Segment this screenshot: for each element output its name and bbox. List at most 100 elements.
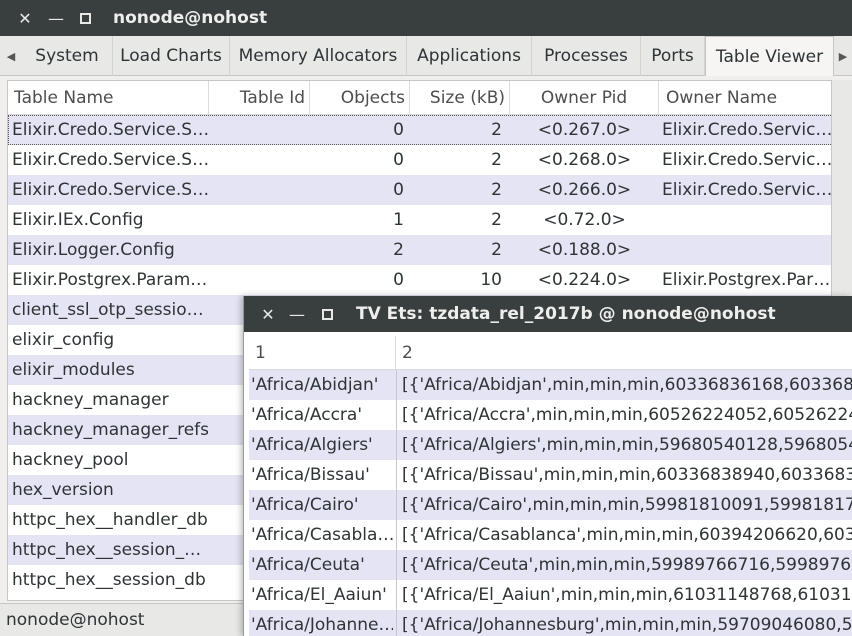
cell-name: httpc_hex__session_db bbox=[12, 570, 206, 590]
tab-ports[interactable]: Ports bbox=[641, 36, 705, 76]
cell-name: Elixir.Logger.Config bbox=[12, 240, 175, 260]
cell-name: Elixir.Credo.Service.S… bbox=[12, 150, 208, 170]
column-size[interactable]: Size (kB) bbox=[410, 81, 510, 115]
table-row[interactable]: Elixir.Logger.Config 2 2 <0.188.0> bbox=[8, 235, 831, 265]
ets-cell-key: 'Africa/Johanne… bbox=[251, 615, 393, 635]
ets-table-row[interactable]: 'Africa/Abidjan' [{'Africa/Abidjan',min,m… bbox=[249, 370, 852, 400]
ets-window: ✕ — TV Ets: tzdata_rel_2017b @ nonode@no… bbox=[243, 296, 852, 636]
tab-system[interactable]: System bbox=[22, 36, 113, 76]
ets-table-row[interactable]: 'Africa/Accra' [{'Africa/Accra',min,min,m… bbox=[249, 400, 852, 430]
ets-table-row[interactable]: 'Africa/Ceuta' [{'Africa/Ceuta',min,min,m… bbox=[249, 550, 852, 580]
cell-pid: <0.268.0> bbox=[537, 150, 632, 170]
cell-name: Elixir.Credo.Service.S… bbox=[12, 180, 208, 200]
close-icon[interactable]: ✕ bbox=[12, 0, 38, 36]
ets-cell-key: 'Africa/Bissau' bbox=[251, 465, 370, 485]
ets-table-row[interactable]: 'Africa/Bissau' [{'Africa/Bissau',min,min… bbox=[249, 460, 852, 490]
cell-objects: 0 bbox=[393, 120, 404, 140]
ets-column-1[interactable]: 1 bbox=[249, 336, 396, 370]
ets-cell-key: 'Africa/Accra' bbox=[251, 405, 362, 425]
column-owner-name[interactable]: Owner Name bbox=[659, 81, 831, 115]
window-title: nonode@nohost bbox=[113, 8, 268, 28]
table-header: Table Name Table Id Objects Size (kB) Ow… bbox=[8, 81, 831, 115]
tab-load-charts[interactable]: Load Charts bbox=[113, 36, 230, 76]
cell-name: client_ssl_otp_sessio… bbox=[12, 300, 204, 320]
cell-name: httpc_hex__handler_db bbox=[12, 510, 208, 530]
ets-column-divider bbox=[396, 610, 397, 636]
ets-cell-value: [{'Africa/Abidjan',min,min,min,603368361… bbox=[402, 375, 852, 395]
ets-column-divider bbox=[396, 430, 397, 460]
cell-size: 2 bbox=[491, 120, 502, 140]
cell-pid: <0.188.0> bbox=[537, 240, 632, 260]
cell-id bbox=[209, 265, 305, 295]
ets-column-divider bbox=[396, 490, 397, 520]
ets-table-row[interactable]: 'Africa/Johanne… [{'Africa/Johannesburg',… bbox=[249, 610, 852, 636]
ets-cell-value: [{'Africa/Cairo',min,min,min,59981810091… bbox=[402, 495, 852, 515]
ets-cell-key: 'Africa/Algiers' bbox=[251, 435, 373, 455]
cell-owner: Elixir.Postgrex.Par… bbox=[662, 270, 831, 290]
ets-column-divider bbox=[396, 520, 397, 550]
ets-cell-key: 'Africa/Abidjan' bbox=[251, 375, 379, 395]
cell-objects: 1 bbox=[393, 210, 404, 230]
cell-name: hex_version bbox=[12, 480, 114, 500]
cell-owner bbox=[662, 235, 831, 265]
ets-cell-value: [{'Africa/Casablanca',min,min,min,603942… bbox=[402, 525, 852, 545]
tab-processes[interactable]: Processes bbox=[532, 36, 641, 76]
cell-pid: <0.224.0> bbox=[537, 270, 632, 290]
cell-size: 2 bbox=[491, 180, 502, 200]
ets-column-divider bbox=[396, 580, 397, 610]
ets-column-divider bbox=[396, 400, 397, 430]
ets-cell-key: 'Africa/Ceuta' bbox=[251, 555, 365, 575]
cell-pid: <0.267.0> bbox=[537, 120, 632, 140]
cell-name: hackney_manager bbox=[12, 390, 169, 410]
tab-memory-allocators[interactable]: Memory Allocators bbox=[230, 36, 407, 76]
cell-id bbox=[209, 145, 305, 175]
ets-cell-value: [{'Africa/Johannesburg',min,min,min,5970… bbox=[402, 615, 852, 635]
ets-titlebar: ✕ — TV Ets: tzdata_rel_2017b @ nonode@no… bbox=[244, 296, 852, 332]
cell-pid: <0.266.0> bbox=[537, 180, 632, 200]
ets-column-divider bbox=[396, 370, 397, 400]
column-table-id[interactable]: Table Id bbox=[209, 81, 310, 115]
ets-column-2[interactable]: 2 bbox=[396, 336, 852, 370]
ets-cell-key: 'Africa/Cairo' bbox=[251, 495, 359, 515]
ets-cell-value: [{'Africa/Accra',min,min,min,60526224052… bbox=[402, 405, 852, 425]
cell-name: Elixir.Postgrex.Param… bbox=[12, 270, 208, 290]
cell-id bbox=[209, 235, 305, 265]
tab-table-viewer[interactable]: Table Viewer bbox=[705, 36, 834, 76]
ets-table: 1 2 'Africa/Abidjan' [{'Africa/Abidjan',m… bbox=[249, 336, 852, 636]
cell-name: Elixir.IEx.Config bbox=[12, 210, 144, 230]
table-row[interactable]: Elixir.Credo.Service.S… 0 2 <0.268.0> Elixir… bbox=[8, 145, 832, 175]
cell-name: elixir_config bbox=[12, 330, 115, 350]
ets-close-icon[interactable]: ✕ bbox=[255, 296, 281, 332]
table-row[interactable]: Elixir.Credo.Service.S… 0 2 <0.267.0> Elixir… bbox=[8, 115, 831, 145]
cell-size: 2 bbox=[491, 150, 502, 170]
table-row[interactable]: Elixir.IEx.Config 1 2 <0.72.0> bbox=[8, 205, 831, 235]
ets-cell-value: [{'Africa/Bissau',min,min,min,6033683894… bbox=[402, 465, 852, 485]
tab-scroll-left-icon[interactable]: ◀ bbox=[0, 36, 22, 76]
tab-bar: System Load Charts Memory Allocators App… bbox=[0, 36, 852, 76]
ets-maximize-icon[interactable] bbox=[314, 296, 340, 332]
ets-cell-key: 'Africa/Casabla… bbox=[251, 525, 393, 545]
ets-table-row[interactable]: 'Africa/Algiers' [{'Africa/Algiers',min,m… bbox=[249, 430, 852, 460]
column-table-name[interactable]: Table Name bbox=[8, 81, 209, 115]
column-owner-pid[interactable]: Owner Pid bbox=[510, 81, 659, 115]
table-row[interactable]: Elixir.Credo.Service.S… 0 2 <0.266.0> Elixir… bbox=[8, 175, 831, 205]
ets-table-row[interactable]: 'Africa/El_Aaiun' [{'Africa/El_Aaiun',min… bbox=[249, 580, 852, 610]
ets-minimize-icon[interactable]: — bbox=[284, 296, 310, 332]
tab-applications[interactable]: Applications bbox=[407, 36, 532, 76]
cell-size: 2 bbox=[491, 240, 502, 260]
cell-name: httpc_hex__session_… bbox=[12, 540, 202, 560]
ets-table-row[interactable]: 'Africa/Cairo' [{'Africa/Cairo',min,min,m… bbox=[249, 490, 852, 520]
ets-window-title: TV Ets: tzdata_rel_2017b @ nonode@nohost bbox=[356, 304, 776, 324]
table-row[interactable]: Elixir.Postgrex.Param… 0 10 <0.224.0> Elixir… bbox=[8, 265, 831, 295]
cell-owner: Elixir.Credo.Servic… bbox=[662, 150, 832, 170]
maximize-icon[interactable] bbox=[72, 0, 98, 36]
tab-scroll-right-icon[interactable]: ▶ bbox=[832, 36, 852, 76]
minimize-icon[interactable]: — bbox=[43, 0, 69, 36]
cell-size: 10 bbox=[480, 270, 502, 290]
ets-table-header: 1 2 bbox=[249, 336, 852, 370]
ets-table-row[interactable]: 'Africa/Casabla… [{'Africa/Casablanca',mi… bbox=[249, 520, 852, 550]
cell-id bbox=[209, 115, 305, 145]
main-titlebar: ✕ — nonode@nohost bbox=[0, 0, 852, 36]
column-objects[interactable]: Objects bbox=[310, 81, 410, 115]
cell-id bbox=[209, 175, 305, 205]
